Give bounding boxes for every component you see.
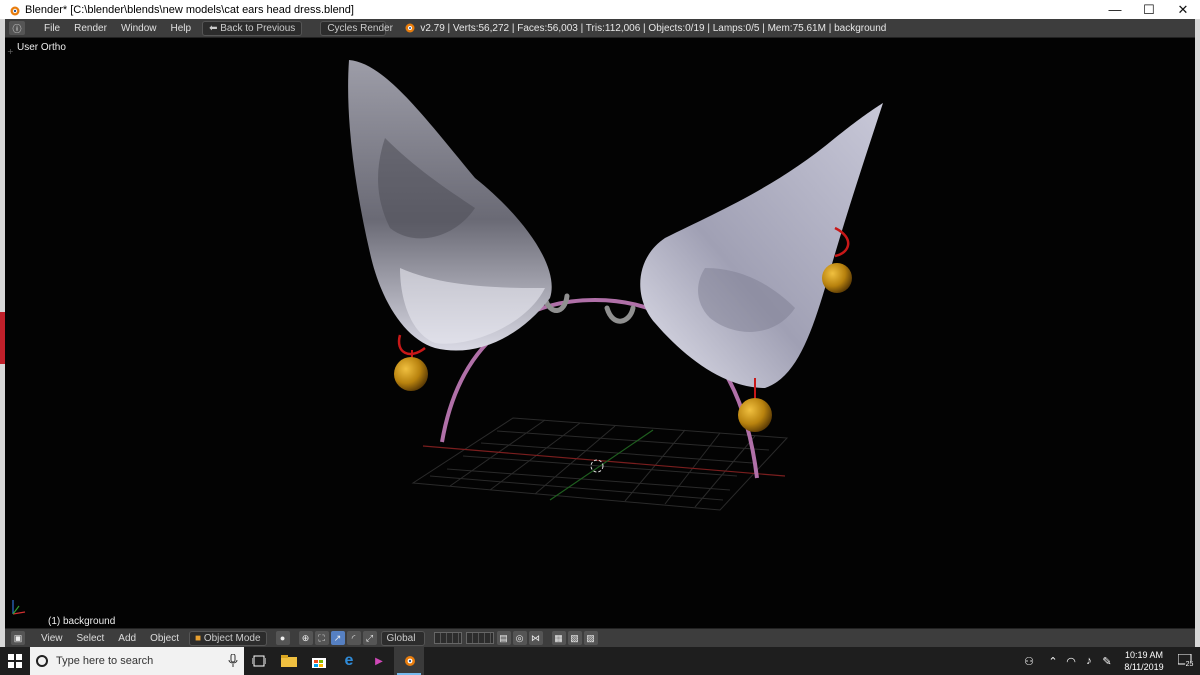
left-edge-marker: + (7, 47, 14, 56)
bell-left (394, 357, 428, 391)
network-icon[interactable]: ◠ (1062, 655, 1080, 668)
task-view-icon (252, 655, 266, 667)
file-explorer-button[interactable] (274, 647, 304, 675)
people-icon[interactable]: ⚇ (1020, 655, 1038, 668)
render-engine-select[interactable]: Cycles Render (320, 20, 393, 36)
rotate-manipulator-icon[interactable]: ◜ (346, 631, 361, 645)
cat-ear-right (640, 103, 883, 388)
menu-select[interactable]: Select (70, 633, 112, 644)
info-header: ⓘ File Render Window Help ⬅ Back to Prev… (5, 19, 1195, 38)
clock[interactable]: 10:19 AM 8/11/2019 (1116, 649, 1172, 673)
back-icon: ⬅ (209, 22, 221, 34)
window-titlebar: Blender* [C:\blender\blends\new models\c… (0, 0, 1200, 19)
cortana-icon (36, 655, 48, 667)
editor-type-icon[interactable]: ▣ (11, 631, 25, 645)
store-bag-icon (312, 658, 326, 668)
show-hidden-icons-icon[interactable]: ⌃ (1044, 655, 1062, 668)
notification-count: 25 (1184, 660, 1195, 668)
blender-logo-icon (405, 656, 415, 666)
windows-logo-icon (8, 654, 22, 668)
menu-object[interactable]: Object (143, 633, 186, 644)
axis-gizmo (12, 600, 26, 615)
cube-icon: ■ (195, 632, 204, 644)
pen-icon[interactable]: ✎ (1098, 655, 1116, 668)
task-view-button[interactable] (244, 647, 274, 675)
render-preview-icon[interactable]: ▧ (567, 631, 582, 645)
blender-logo-icon (405, 23, 415, 33)
taskbar-search-box[interactable]: Type here to search (30, 647, 244, 675)
menu-window[interactable]: Window (114, 23, 164, 34)
window-title: Blender* [C:\blender\blends\new models\c… (25, 3, 354, 16)
window-frame-right (1195, 19, 1200, 647)
close-button[interactable]: ✕ (1166, 0, 1200, 19)
media-app-button[interactable]: ▶ (364, 647, 394, 675)
snap-element-icon[interactable]: ▦ (551, 631, 566, 645)
blender-logo-icon (10, 6, 20, 15)
y-axis-line (549, 429, 654, 501)
layers-grid-1[interactable] (433, 632, 462, 644)
system-tray: ⚇ ⌃ ◠ ♪ ✎ 10:19 AM 8/11/2019 25 (1020, 647, 1200, 675)
3d-viewport[interactable]: User Ortho + (1) background (5, 38, 1195, 628)
microphone-icon[interactable] (228, 654, 238, 668)
manipulator-toggle-icon[interactable]: ⛶ (314, 631, 329, 645)
folder-icon (281, 655, 297, 667)
hook-right (604, 305, 636, 324)
scene-stats: v2.79 | Verts:56,272 | Faces:56,003 | Tr… (420, 22, 887, 34)
menu-add[interactable]: Add (111, 633, 143, 644)
action-center-button[interactable]: 25 (1172, 654, 1200, 668)
scale-manipulator-icon[interactable]: ⤢ (362, 631, 377, 645)
windows-taskbar: Type here to search e ▶ ⚇ ⌃ ◠ ♪ ✎ 10:19 … (0, 647, 1200, 675)
lock-layers-icon[interactable]: ▤ (496, 631, 511, 645)
proportional-edit-icon[interactable]: ◎ (512, 631, 527, 645)
info-editor-type-icon[interactable]: ⓘ (9, 21, 25, 35)
search-placeholder: Type here to search (56, 655, 154, 667)
bell-right-top (822, 263, 852, 293)
snap-icon[interactable]: ⋈ (528, 631, 543, 645)
media-app-icon: ▶ (375, 655, 383, 667)
minimize-button[interactable]: — (1098, 0, 1132, 19)
back-to-previous-button[interactable]: ⬅ Back to Previous (202, 20, 303, 36)
menu-render[interactable]: Render (67, 23, 114, 34)
transform-orientation-select[interactable]: Global (380, 630, 425, 646)
menu-help[interactable]: Help (164, 23, 199, 34)
menu-view[interactable]: View (34, 633, 70, 644)
translate-manipulator-icon[interactable]: ↗ (330, 631, 345, 645)
maximize-button[interactable]: ☐ (1132, 0, 1166, 19)
menu-file[interactable]: File (37, 23, 67, 34)
viewport-shading-icon[interactable]: ● (275, 631, 290, 645)
bell-right-bottom (738, 398, 772, 432)
active-object-label: (1) background (48, 616, 116, 627)
start-button[interactable] (0, 647, 30, 675)
store-button[interactable] (304, 647, 334, 675)
edge-browser-button[interactable]: e (334, 647, 364, 675)
edge-icon: e (344, 652, 354, 669)
clock-date: 8/11/2019 (1124, 662, 1164, 672)
layers-grid-2[interactable] (465, 632, 494, 644)
view3d-header: ▣ View Select Add Object ■ Object Mode ●… (5, 628, 1195, 647)
clock-time: 10:19 AM (1124, 650, 1164, 660)
viewport-scene: + (7, 47, 883, 615)
floor-grid (411, 417, 789, 511)
mode-select[interactable]: ■ Object Mode (189, 630, 267, 646)
volume-icon[interactable]: ♪ (1080, 655, 1098, 667)
pivot-point-icon[interactable]: ⊕ (298, 631, 313, 645)
render-animation-icon[interactable]: ▨ (583, 631, 598, 645)
blender-taskbar-button[interactable] (394, 647, 424, 675)
